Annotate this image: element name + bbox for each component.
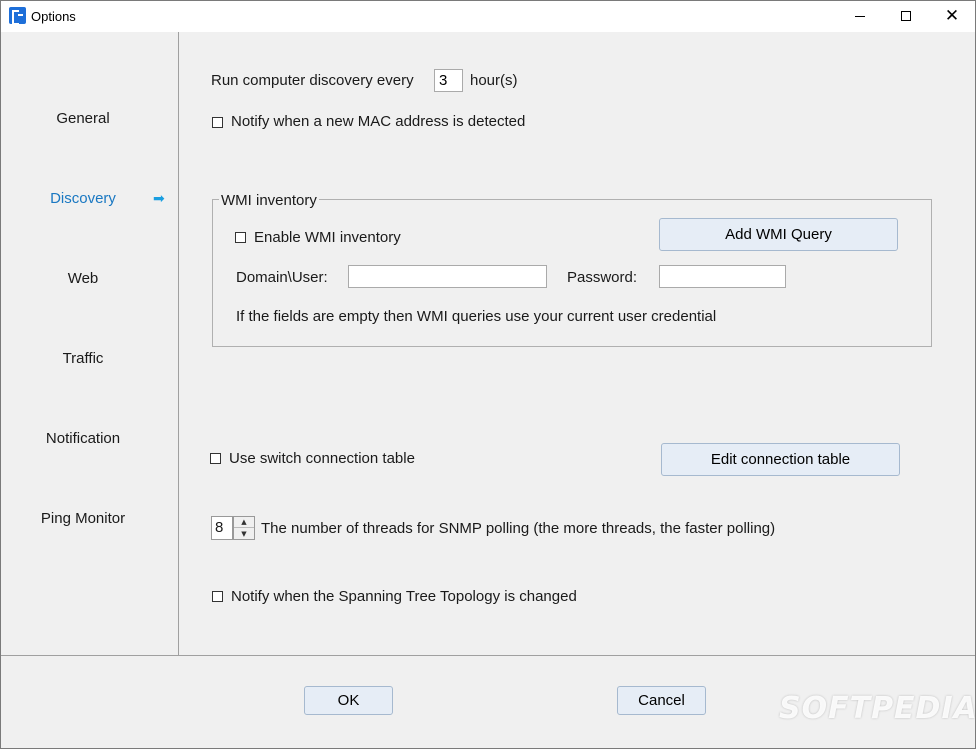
title-bar: Options ✕ [1,1,975,32]
app-icon [9,7,26,25]
sidebar-item-discovery[interactable]: Discovery [1,190,165,207]
maximize-button[interactable] [883,1,929,31]
edit-connection-table-button[interactable]: Edit connection table [661,443,900,476]
enable-wmi-checkbox[interactable] [235,232,246,243]
domain-user-input[interactable] [348,265,547,288]
add-wmi-query-button[interactable]: Add WMI Query [659,218,898,251]
cancel-button[interactable]: Cancel [617,686,706,715]
ok-button[interactable]: OK [304,686,393,715]
wmi-group-legend: WMI inventory [219,192,319,209]
minimize-icon [855,15,865,17]
sidebar-item-web[interactable]: Web [1,270,165,287]
notify-stp-checkbox[interactable] [212,591,223,602]
notify-mac-label[interactable]: Notify when a new MAC address is detecte… [231,113,525,130]
window-title: Options [31,9,76,24]
interval-unit-label: hour(s) [470,72,518,89]
discovery-interval-input[interactable] [434,69,463,92]
password-label: Password: [567,269,638,286]
maximize-icon [901,11,911,21]
enable-wmi-label[interactable]: Enable WMI inventory [254,229,401,246]
threads-spinner-value[interactable]: 8 [211,516,233,540]
notify-mac-checkbox[interactable] [212,117,223,128]
close-button[interactable]: ✕ [929,1,975,31]
spin-up-icon[interactable]: ▲ [234,517,254,528]
sidebar-item-ping-monitor[interactable]: Ping Monitor [1,510,165,527]
threads-label: The number of threads for SNMP polling (… [261,520,776,537]
arrow-right-icon: ➡ [153,191,165,207]
notify-stp-label[interactable]: Notify when the Spanning Tree Topology i… [231,588,577,605]
minimize-button[interactable] [837,1,883,31]
switch-table-label[interactable]: Use switch connection table [229,450,415,467]
wmi-hint-text: If the fields are empty then WMI queries… [236,308,717,325]
run-discovery-label: Run computer discovery every [211,72,414,89]
spin-down-icon[interactable]: ▼ [234,528,254,539]
sidebar-item-general[interactable]: General [1,110,165,127]
sidebar: General Discovery ➡ Web Traffic Notifica… [1,32,179,655]
sidebar-item-traffic[interactable]: Traffic [1,350,165,367]
watermark: SOFTPEDIA [779,691,976,726]
switch-table-checkbox[interactable] [210,453,221,464]
sidebar-item-notification[interactable]: Notification [1,430,165,447]
footer-divider [1,655,975,656]
password-input[interactable] [659,265,786,288]
options-window: Options ✕ General Discovery ➡ Web Traffi… [0,0,976,749]
threads-spinner-buttons: ▲ ▼ [233,516,255,540]
domain-user-label: Domain\User: [236,269,328,286]
close-icon: ✕ [944,5,960,26]
